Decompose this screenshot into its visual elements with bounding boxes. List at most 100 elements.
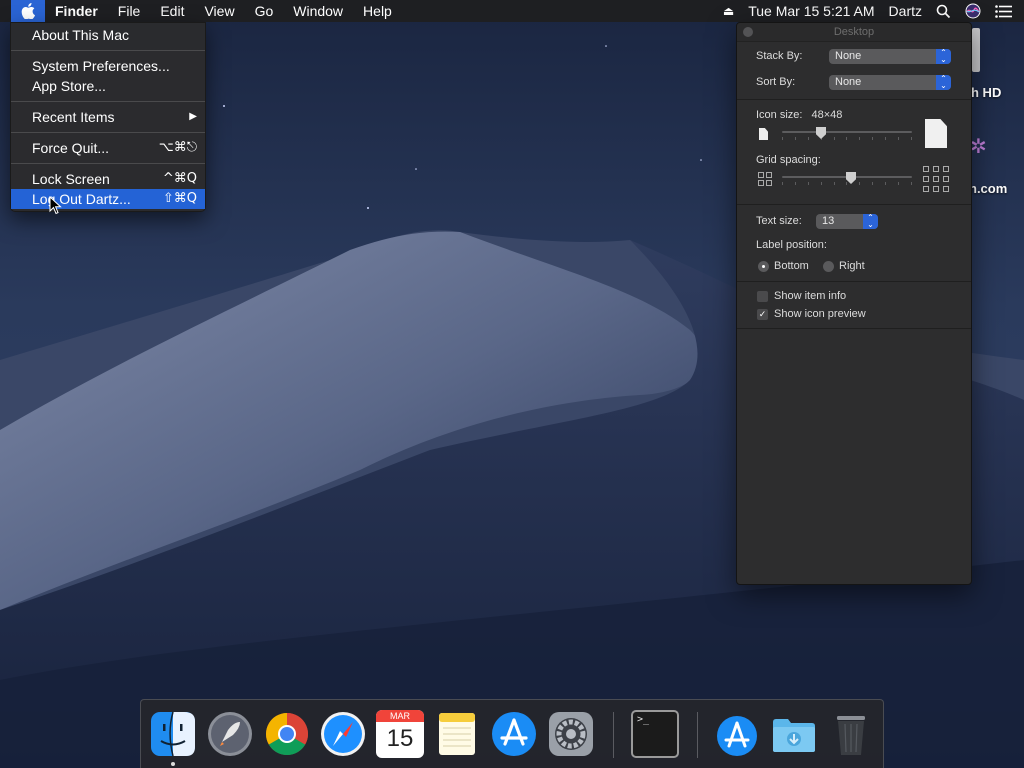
sort-by-row: Sort By:: [756, 76, 795, 88]
apple-menu: About This Mac System Preferences... App…: [10, 22, 206, 212]
submenu-arrow-icon: ▶: [189, 111, 197, 122]
menu-window[interactable]: Window: [283, 0, 353, 22]
panel-titlebar: Desktop: [737, 23, 971, 42]
menu-go[interactable]: Go: [245, 0, 284, 22]
sort-by-select[interactable]: None ⌃ ⌄: [829, 75, 951, 90]
about-this-mac-label: About This Mac: [32, 27, 130, 43]
stack-by-label: Stack By:: [756, 50, 803, 62]
menu-item-about-this-mac[interactable]: About This Mac: [11, 25, 205, 45]
menu-item-app-store[interactable]: App Store...: [11, 76, 205, 96]
app-store-icon[interactable]: [490, 710, 538, 758]
show-item-info-checkbox[interactable]: [757, 290, 768, 302]
calendar-month: MAR: [376, 710, 424, 722]
large-grid-icon: [923, 166, 949, 192]
menu-item-recent-items[interactable]: Recent Items ▶: [11, 107, 205, 127]
bottom-radio[interactable]: [758, 260, 769, 272]
small-grid-icon: [758, 172, 772, 186]
calendar-icon[interactable]: MAR 15: [376, 710, 424, 758]
stack-by-select[interactable]: None ⌃ ⌄: [829, 49, 951, 64]
log-out-shortcut: ⇧⌘Q: [162, 191, 197, 206]
grid-spacing-label: Grid spacing:: [756, 154, 821, 166]
dock: MAR 15 >_: [140, 699, 884, 768]
sort-by-label: Sort By:: [756, 76, 796, 88]
calendar-day: 15: [386, 725, 414, 752]
icon-size-label: Icon size:: [756, 109, 803, 121]
icon-size-slider[interactable]: [782, 131, 912, 133]
show-icon-preview-option[interactable]: ✓ Show icon preview: [757, 308, 866, 320]
desktop-file-label[interactable]: n.com: [969, 181, 1007, 196]
mouse-cursor-icon: [49, 196, 62, 215]
log-out-label: Log Out Dartz...: [32, 191, 131, 207]
recent-items-label: Recent Items: [32, 109, 115, 125]
system-preferences-icon[interactable]: [547, 710, 595, 758]
sort-by-value: None: [835, 76, 862, 88]
eject-icon[interactable]: ⏏: [723, 4, 734, 18]
menu-separator: [11, 132, 205, 133]
downloads-folder-icon[interactable]: [770, 710, 818, 758]
text-size-value: 13: [822, 215, 835, 227]
menu-separator: [11, 163, 205, 164]
panel-divider: [737, 99, 971, 100]
panel-divider: [737, 328, 971, 329]
show-icon-preview-checkbox[interactable]: ✓: [757, 308, 768, 320]
system-preferences-label: System Preferences...: [32, 58, 170, 74]
downloads-stack-icon[interactable]: [713, 710, 761, 758]
spotlight-search-icon[interactable]: [936, 4, 951, 19]
desktop-drive-icon[interactable]: [972, 28, 980, 72]
menu-view[interactable]: View: [194, 0, 244, 22]
label-position-right-option[interactable]: Right: [823, 260, 865, 272]
chrome-icon[interactable]: [263, 710, 311, 758]
label-position-bottom-option[interactable]: Bottom: [758, 260, 809, 272]
icon-size-ticks: [782, 137, 912, 140]
right-radio[interactable]: [823, 260, 834, 272]
menu-finder[interactable]: Finder: [45, 0, 108, 22]
menu-item-system-preferences[interactable]: System Preferences...: [11, 56, 205, 76]
text-size-label: Text size:: [756, 215, 802, 227]
small-document-icon: [759, 128, 768, 140]
desktop-file-icon[interactable]: ✲: [970, 134, 987, 162]
menu-edit[interactable]: Edit: [150, 0, 194, 22]
text-size-select[interactable]: 13 ⌃ ⌄: [816, 214, 878, 229]
text-size-row: Text size:: [756, 215, 802, 227]
bottom-radio-label: Bottom: [774, 260, 809, 272]
close-button[interactable]: [743, 27, 753, 37]
safari-icon[interactable]: [319, 710, 367, 758]
stack-by-row: Stack By:: [756, 50, 802, 62]
label-position-label: Label position:: [756, 239, 827, 251]
chevron-updown-icon: ⌃ ⌄: [936, 49, 951, 64]
menu-help[interactable]: Help: [353, 0, 402, 22]
app-store-label: App Store...: [32, 78, 106, 94]
show-item-info-label: Show item info: [774, 290, 847, 302]
force-quit-label: Force Quit...: [32, 140, 110, 156]
launchpad-icon[interactable]: [206, 710, 254, 758]
terminal-prompt: >_: [637, 714, 650, 725]
trash-icon[interactable]: [827, 710, 875, 758]
force-quit-shortcut: ⌥⌘⎋: [158, 140, 197, 155]
menubar-user[interactable]: Dartz: [889, 3, 922, 19]
desktop-drive-label[interactable]: h HD: [971, 85, 1001, 100]
chevron-updown-icon: ⌃ ⌄: [863, 214, 878, 229]
stack-by-value: None: [835, 50, 862, 62]
finder-icon[interactable]: [149, 710, 197, 758]
show-item-info-option[interactable]: Show item info: [757, 290, 846, 302]
apple-logo-icon: [21, 3, 35, 19]
menu-item-force-quit[interactable]: Force Quit... ⌥⌘⎋: [11, 138, 205, 158]
icon-size-row: Icon size: 48×48: [756, 109, 842, 121]
desktop-view-options-panel: Desktop Stack By: None ⌃ ⌄ Sort By: None …: [736, 22, 972, 585]
right-radio-label: Right: [839, 260, 865, 272]
menu-item-log-out[interactable]: Log Out Dartz... ⇧⌘Q: [11, 189, 205, 209]
notification-center-icon[interactable]: [995, 4, 1012, 18]
menu-file[interactable]: File: [108, 0, 151, 22]
show-icon-preview-label: Show icon preview: [774, 308, 866, 320]
notes-icon[interactable]: [433, 710, 481, 758]
terminal-icon[interactable]: >_: [631, 710, 679, 758]
menubar-clock[interactable]: Tue Mar 15 5:21 AM: [748, 3, 874, 19]
panel-title: Desktop: [833, 26, 875, 38]
dock-separator: [697, 712, 698, 758]
menu-item-lock-screen[interactable]: Lock Screen ^⌘Q: [11, 169, 205, 189]
siri-icon[interactable]: [965, 3, 981, 19]
icon-size-value: 48×48: [811, 109, 843, 121]
apple-menu-button[interactable]: [11, 0, 45, 22]
lock-screen-shortcut: ^⌘Q: [162, 171, 197, 186]
large-document-icon: [925, 119, 947, 148]
